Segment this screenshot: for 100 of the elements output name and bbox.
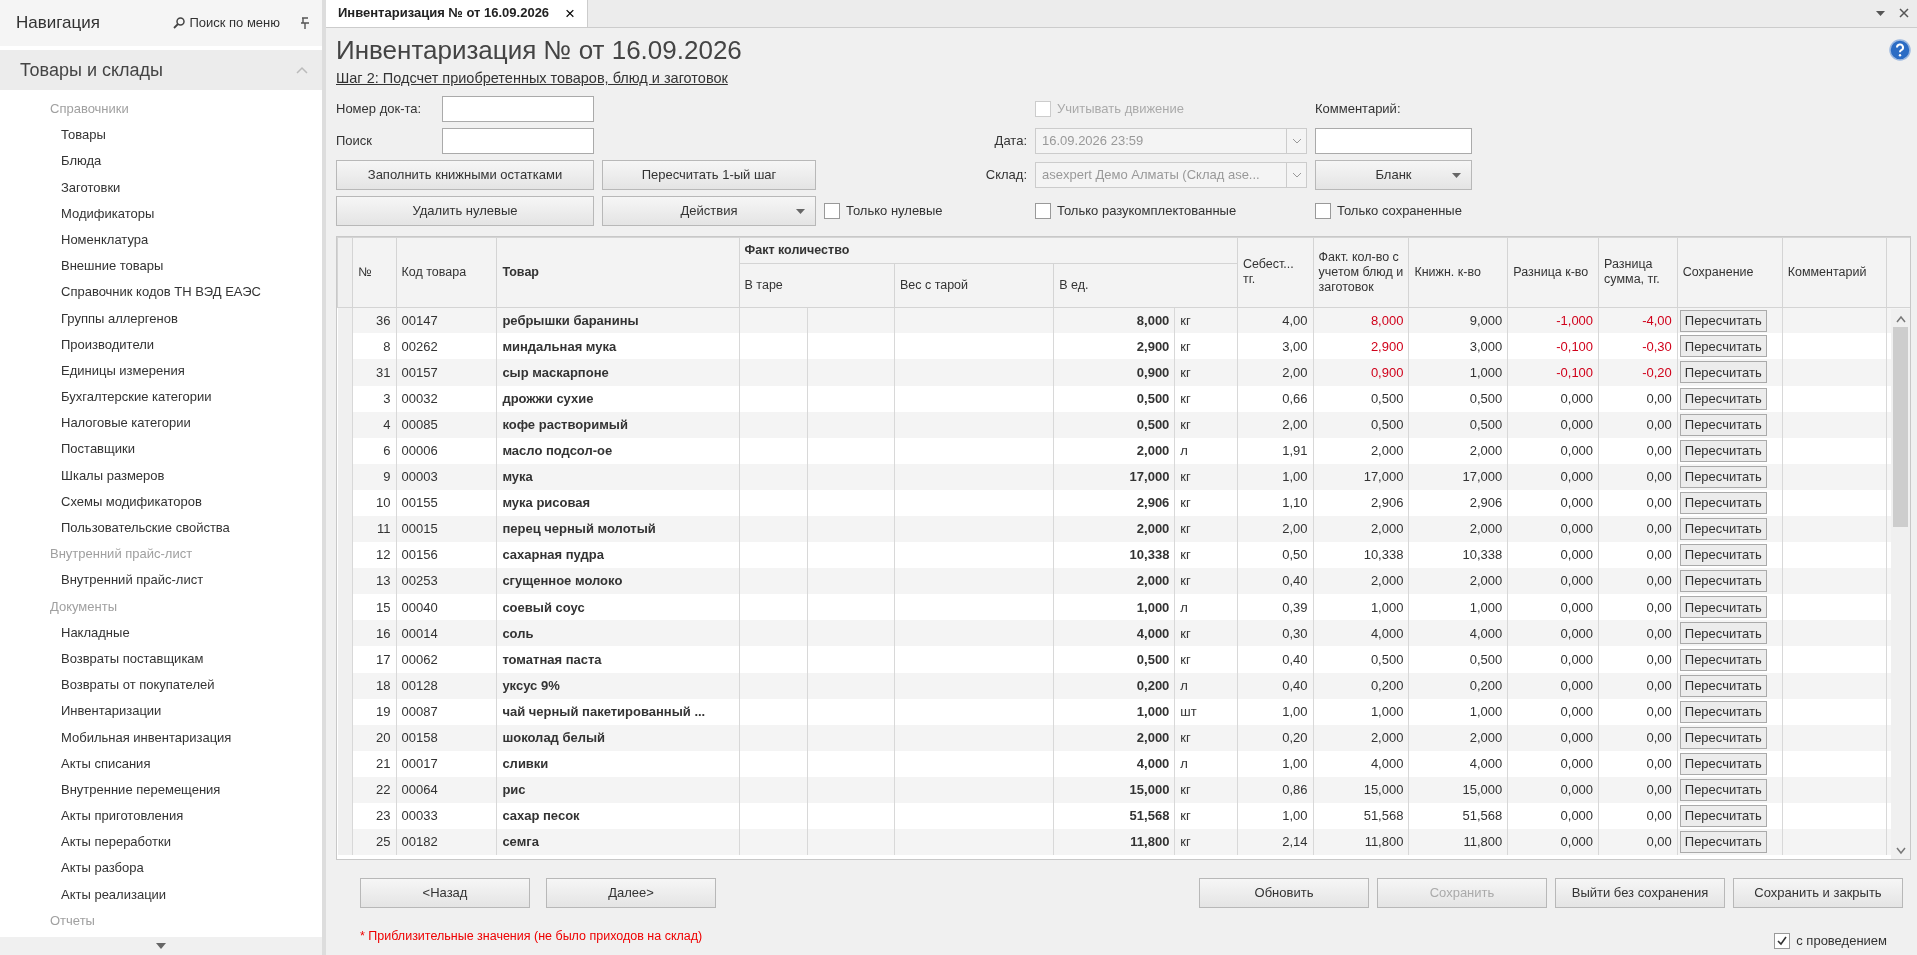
checkbox[interactable] bbox=[824, 202, 840, 219]
scroll-up-icon[interactable] bbox=[1895, 314, 1906, 323]
recalculate-button[interactable]: Пересчитать bbox=[1679, 648, 1767, 671]
scrollbar-thumb[interactable] bbox=[1893, 326, 1908, 527]
menu-item[interactable]: Модификаторы bbox=[0, 200, 322, 227]
recalculate-button[interactable]: Пересчитать bbox=[1679, 752, 1767, 775]
menu-item[interactable]: Схемы модификаторов bbox=[0, 488, 322, 515]
pin-icon[interactable] bbox=[300, 17, 310, 29]
column-header[interactable]: Вес с тарой bbox=[894, 263, 1054, 308]
column-header[interactable]: Себест... тг. bbox=[1237, 237, 1314, 308]
close-button[interactable]: × bbox=[565, 4, 576, 22]
column-header[interactable]: В ед. bbox=[1053, 263, 1238, 308]
menu-item[interactable]: Товары bbox=[0, 122, 322, 149]
column-header[interactable]: Факт количество bbox=[739, 237, 1238, 264]
menu-item[interactable]: Поставщики bbox=[0, 436, 322, 463]
help-icon[interactable] bbox=[1889, 39, 1911, 61]
comment-input[interactable] bbox=[1315, 127, 1472, 154]
date-field: 16.09.2026 23:59 bbox=[1035, 127, 1307, 154]
recalculate-button[interactable]: Пересчитать bbox=[1679, 674, 1767, 697]
column-header[interactable]: Код товара bbox=[396, 237, 497, 308]
menu-item[interactable]: Накладные bbox=[0, 619, 322, 646]
step-link[interactable]: Шаг 2: Подсчет приобретенных товаров, блюд и заготовок bbox=[336, 70, 728, 86]
menu-item[interactable]: Шкалы размеров bbox=[0, 462, 322, 489]
recalculate-button[interactable]: Пересчитать bbox=[1679, 335, 1767, 358]
action-button[interactable]: Сохранить и закрыть bbox=[1733, 878, 1903, 908]
menu-item[interactable]: Пользовательские свойства bbox=[0, 515, 322, 542]
recalculate-button[interactable]: Пересчитать bbox=[1679, 805, 1767, 828]
recalculate-button[interactable]: Пересчитать bbox=[1679, 700, 1767, 723]
table-cell: 0,000 bbox=[1507, 750, 1599, 777]
column-header[interactable]: Факт. кол-во с учетом блюд и заготовок bbox=[1313, 237, 1409, 308]
checkbox[interactable] bbox=[1774, 932, 1791, 949]
document-number-input[interactable] bbox=[442, 95, 594, 122]
action-button[interactable]: Заполнить книжными остатками bbox=[336, 159, 594, 190]
menu-item[interactable]: Блюда bbox=[0, 148, 322, 175]
scroll-down-icon[interactable] bbox=[156, 943, 166, 949]
column-header[interactable]: Разница к-во bbox=[1507, 237, 1599, 308]
recalculate-button[interactable]: Пересчитать bbox=[1679, 491, 1767, 514]
recalculate-button[interactable]: Пересчитать bbox=[1679, 465, 1767, 488]
checkbox-label: Только разукомплектованные bbox=[1057, 202, 1237, 220]
action-button[interactable]: Выйти без сохранения bbox=[1555, 878, 1725, 908]
dropdown-button[interactable]: Действия bbox=[602, 195, 816, 226]
menu-item[interactable]: Бухгалтерские категории bbox=[0, 384, 322, 411]
recalculate-button[interactable]: Пересчитать bbox=[1679, 361, 1767, 384]
checkbox[interactable] bbox=[1035, 202, 1051, 219]
action-button[interactable]: Удалить нулевые bbox=[336, 195, 594, 226]
checkbox[interactable] bbox=[1315, 202, 1331, 219]
close-icon[interactable] bbox=[1899, 8, 1909, 18]
menu-item[interactable]: Акты приготовления bbox=[0, 803, 322, 830]
column-header[interactable]: Разница сумма, тг. bbox=[1598, 237, 1678, 308]
column-header[interactable]: Сохранение bbox=[1677, 237, 1783, 308]
column-header[interactable]: Товар bbox=[496, 237, 740, 308]
menu-item[interactable]: Внутренний прайс-лист bbox=[0, 567, 322, 594]
menu-item[interactable]: Производители bbox=[0, 331, 322, 358]
column-header[interactable]: В таре bbox=[739, 263, 895, 308]
menu-item[interactable]: Внешние товары bbox=[0, 253, 322, 280]
recalculate-button[interactable]: Пересчитать bbox=[1679, 387, 1767, 410]
menu-item[interactable]: Группы аллергенов bbox=[0, 305, 322, 332]
menu-item[interactable]: Инвентаризации bbox=[0, 698, 322, 725]
recalculate-button[interactable]: Пересчитать bbox=[1679, 596, 1767, 619]
menu-item[interactable]: Номенклатура bbox=[0, 226, 322, 254]
search-input[interactable] bbox=[442, 127, 594, 154]
table-cell: 0,500 bbox=[1053, 411, 1175, 438]
recalculate-button[interactable]: Пересчитать bbox=[1679, 413, 1767, 436]
menu-item[interactable]: Акты списания bbox=[0, 750, 322, 777]
menu-item[interactable]: Справочник кодов ТН ВЭД ЕАЭС bbox=[0, 279, 322, 306]
menu-search-button[interactable]: Поиск по меню bbox=[167, 12, 286, 34]
document-tab[interactable]: Инвентаризация № от 16.09.2026 × bbox=[326, 0, 589, 27]
table-cell: 2,00 bbox=[1237, 411, 1314, 438]
section-header[interactable]: Товары и склады bbox=[0, 50, 322, 90]
action-button[interactable]: Обновить bbox=[1199, 878, 1369, 908]
scroll-down-icon[interactable] bbox=[1895, 847, 1906, 855]
recalculate-button[interactable]: Пересчитать bbox=[1679, 518, 1767, 541]
menu-item[interactable]: Налоговые категории bbox=[0, 410, 322, 437]
dropdown-button[interactable]: Бланк bbox=[1315, 159, 1472, 190]
menu-item[interactable]: Акты реализации bbox=[0, 881, 322, 908]
recalculate-button[interactable]: Пересчитать bbox=[1679, 439, 1767, 462]
recalculate-button[interactable]: Пересчитать bbox=[1679, 622, 1767, 645]
menu-item[interactable]: Внутренние перемещения bbox=[0, 776, 322, 804]
recalculate-button[interactable]: Пересчитать bbox=[1679, 726, 1767, 749]
menu-item[interactable]: Акты переработки bbox=[0, 829, 322, 856]
menu-item[interactable]: Мобильная инвентаризация bbox=[0, 724, 322, 751]
recalculate-button[interactable]: Пересчитать bbox=[1679, 831, 1767, 854]
menu-item[interactable]: Заготовки bbox=[0, 174, 322, 201]
recalculate-button[interactable]: Пересчитать bbox=[1679, 309, 1767, 332]
nav-button[interactable]: Далее> bbox=[546, 878, 716, 908]
menu-item[interactable]: Возвраты поставщикам bbox=[0, 645, 322, 673]
column-header[interactable]: Комментарий bbox=[1782, 237, 1887, 308]
recalculate-button[interactable]: Пересчитать bbox=[1679, 544, 1767, 567]
row-number: 25 bbox=[352, 829, 396, 856]
action-button[interactable]: Пересчитать 1-ый шаг bbox=[602, 159, 816, 190]
dropdown-icon[interactable] bbox=[1876, 10, 1885, 16]
column-header[interactable]: Книжн. к-во bbox=[1408, 237, 1508, 308]
nav-button[interactable]: <Назад bbox=[360, 878, 530, 908]
recalculate-button[interactable]: Пересчитать bbox=[1679, 570, 1767, 593]
column-header[interactable]: № bbox=[352, 237, 396, 308]
menu-item[interactable]: Акты разбора bbox=[0, 855, 322, 882]
recalculate-button[interactable]: Пересчитать bbox=[1679, 779, 1767, 801]
menu-item[interactable]: Возвраты от покупателей bbox=[0, 672, 322, 699]
row-number: 6 bbox=[352, 437, 396, 464]
menu-item[interactable]: Единицы измерения bbox=[0, 357, 322, 385]
